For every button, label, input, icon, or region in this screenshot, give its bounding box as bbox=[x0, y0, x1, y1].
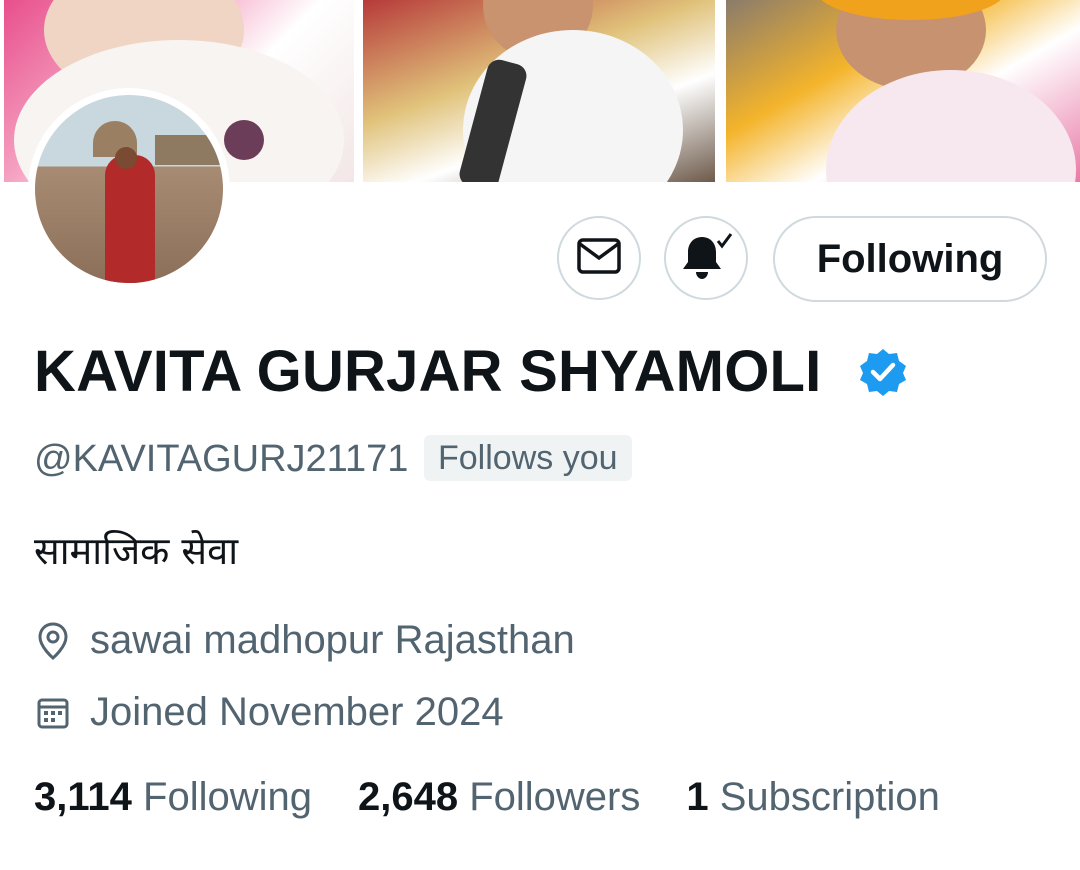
joined-text: Joined November 2024 bbox=[90, 690, 504, 734]
profile-avatar[interactable] bbox=[28, 88, 230, 290]
follows-you-badge: Follows you bbox=[424, 435, 632, 481]
following-label: Following bbox=[143, 775, 312, 819]
profile-stats: 3,114 Following 2,648 Followers 1 Subscr… bbox=[34, 775, 986, 820]
notifications-button[interactable] bbox=[664, 216, 748, 300]
message-button[interactable] bbox=[557, 216, 641, 300]
following-count: 3,114 bbox=[34, 775, 144, 819]
avatar-photo bbox=[35, 95, 223, 283]
mail-icon bbox=[576, 236, 622, 281]
profile-name: KAVITA GURJAR SHYAMOLI bbox=[34, 339, 822, 404]
followers-label: Followers bbox=[469, 775, 641, 819]
bell-check-icon bbox=[678, 231, 734, 286]
profile-handle: @KAVITAGURJ21171 bbox=[34, 438, 409, 480]
following-count-link[interactable]: 3,114 Following bbox=[34, 775, 312, 820]
subscription-label: Subscription bbox=[719, 775, 940, 819]
verified-badge-icon[interactable] bbox=[858, 347, 908, 397]
profile-bio: सामाजिक सेवा bbox=[34, 529, 239, 573]
following-button[interactable]: Following bbox=[773, 216, 1047, 302]
calendar-icon bbox=[34, 694, 72, 732]
profile-location: sawai madhopur Rajasthan bbox=[34, 618, 575, 663]
profile-joined: Joined November 2024 bbox=[34, 690, 504, 735]
location-pin-icon bbox=[34, 621, 72, 660]
banner-photo-2 bbox=[363, 0, 715, 182]
location-text: sawai madhopur Rajasthan bbox=[90, 618, 575, 662]
subscription-count-link[interactable]: 1 Subscription bbox=[686, 775, 939, 820]
followers-count: 2,648 bbox=[357, 775, 470, 819]
banner-photo-3 bbox=[726, 0, 1080, 182]
subscription-count: 1 bbox=[686, 775, 720, 819]
followers-count-link[interactable]: 2,648 Followers bbox=[358, 775, 640, 820]
